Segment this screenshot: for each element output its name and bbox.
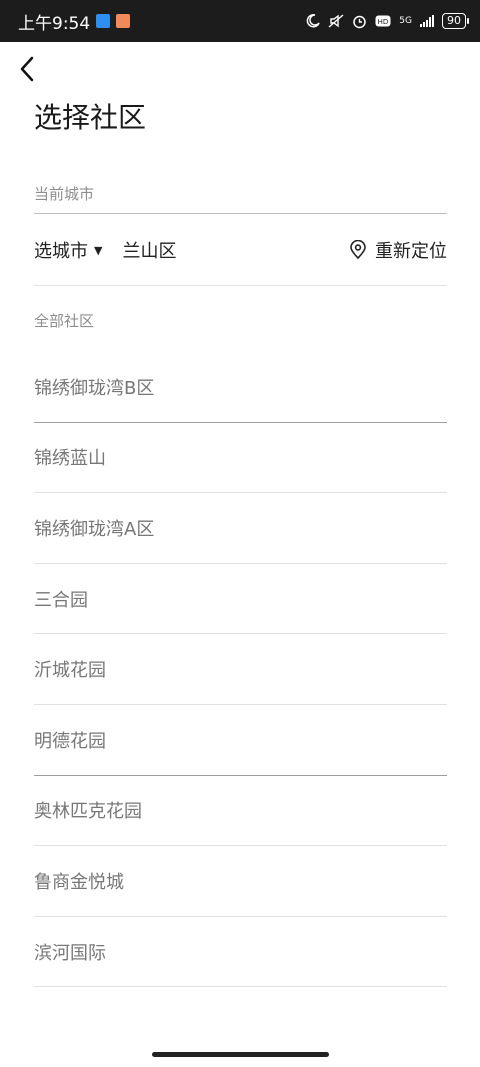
alarm-icon — [353, 15, 367, 28]
hd-icon: HD — [375, 15, 391, 27]
community-item[interactable]: 沂城花园 — [34, 634, 447, 705]
signal-icon — [420, 15, 434, 27]
relocate-button[interactable]: 重新定位 — [349, 237, 447, 263]
community-item[interactable]: 三合园 — [34, 564, 447, 635]
status-bar-left: 上午9:54 — [18, 9, 131, 34]
community-item[interactable]: 锦绣蓝山 — [34, 423, 447, 494]
city-select-dropdown[interactable]: 选城市 ▼ — [34, 237, 122, 263]
mute-vibrate-icon — [328, 14, 344, 28]
divider — [34, 213, 447, 214]
all-communities-label: 全部社区 — [34, 312, 95, 330]
status-time: 上午9:54 — [18, 13, 91, 34]
caret-down-icon: ▼ — [94, 243, 103, 257]
divider — [34, 285, 447, 286]
home-indicator-bar[interactable] — [152, 1052, 329, 1057]
current-city-row: 选城市 ▼ 兰山区 重新定位 — [34, 228, 447, 272]
community-item[interactable]: 奥林匹克花园 — [34, 776, 447, 847]
community-item[interactable]: 锦绣御珑湾B区 — [34, 352, 447, 423]
location-pin-icon — [350, 240, 366, 260]
svg-text:HD: HD — [378, 18, 389, 26]
community-item[interactable]: 鲁商金悦城 — [34, 846, 447, 917]
status-bar: 上午9:54 HD 5G 90 — [0, 0, 480, 42]
page-title: 选择社区 — [34, 101, 147, 134]
network-type: 5G — [399, 16, 412, 26]
moon-icon — [307, 14, 320, 28]
app-notification-icon — [116, 14, 131, 28]
back-arrow-icon[interactable] — [14, 54, 42, 84]
status-bar-right: HD 5G 90 — [306, 13, 469, 29]
community-item[interactable]: 滨河国际 — [34, 917, 447, 988]
current-district: 兰山区 — [122, 241, 177, 262]
city-select-label: 选城市 — [34, 241, 88, 262]
relocate-label: 重新定位 — [375, 241, 447, 262]
app-notification-icon — [96, 14, 111, 28]
community-item[interactable]: 明德花园 — [34, 705, 447, 776]
battery-icon: 90 — [442, 13, 469, 29]
community-item[interactable]: 锦绣御珑湾A区 — [34, 493, 447, 564]
community-list: 锦绣御珑湾B区 锦绣蓝山 锦绣御珑湾A区 三合园 沂城花园 明德花园 奥林匹克花… — [34, 352, 447, 988]
current-city-label: 当前城市 — [34, 185, 95, 203]
